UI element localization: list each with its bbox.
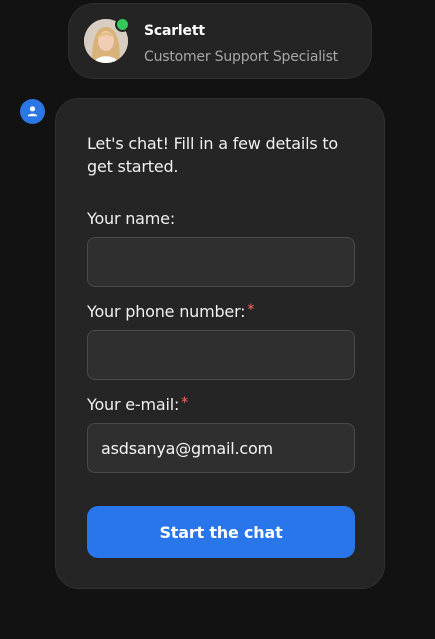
start-chat-button[interactable]: Start the chat xyxy=(87,506,355,558)
email-input[interactable] xyxy=(87,423,355,473)
user-icon xyxy=(20,99,45,124)
name-input[interactable] xyxy=(87,237,355,287)
email-label-text: Your e-mail: xyxy=(87,395,180,414)
agent-card: Scarlett Customer Support Specialist xyxy=(68,3,372,79)
agent-role: Customer Support Specialist xyxy=(144,49,338,65)
chat-form-card: Let's chat! Fill in a few details to get… xyxy=(55,98,385,589)
required-asterisk: * xyxy=(181,395,188,411)
online-status-indicator xyxy=(115,17,130,32)
phone-label-text: Your phone number: xyxy=(87,302,246,321)
email-label: Your e-mail: * xyxy=(87,395,188,414)
intro-message: Let's chat! Fill in a few details to get… xyxy=(87,134,339,176)
name-label: Your name: xyxy=(87,209,175,228)
phone-label: Your phone number: * xyxy=(87,302,254,321)
phone-input[interactable] xyxy=(87,330,355,380)
agent-name: Scarlett xyxy=(144,23,205,39)
name-label-text: Your name: xyxy=(87,209,176,228)
required-asterisk: * xyxy=(247,302,255,318)
